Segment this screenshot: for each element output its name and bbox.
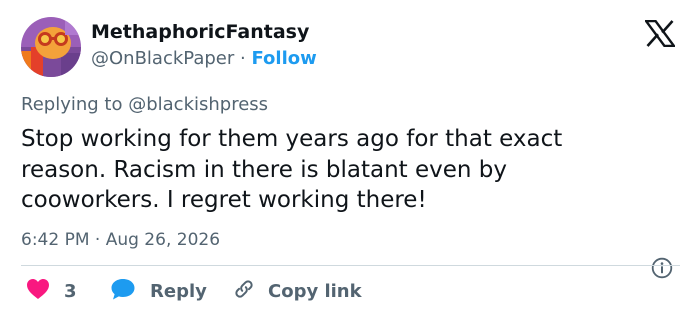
reply-mention-link[interactable]: @blackishpress <box>128 94 268 115</box>
heart-icon <box>26 278 50 304</box>
avatar-illustration <box>21 17 81 77</box>
link-icon <box>232 277 256 305</box>
reply-context-prefix: Replying to <box>21 94 123 115</box>
speech-bubble-icon <box>110 277 136 305</box>
like-button[interactable]: 3 <box>26 277 77 305</box>
tweet-text: Stop working for them years ago for that… <box>21 126 563 213</box>
follow-button[interactable]: Follow <box>251 48 316 69</box>
tweet-timestamp[interactable]: 6:42 PM · Aug 26, 2026 <box>21 228 220 252</box>
author-display-name[interactable]: MethaphoricFantasy <box>91 20 309 44</box>
copy-link-button[interactable]: Copy link <box>232 277 362 305</box>
reply-context: Replying to @blackishpress <box>21 93 268 117</box>
action-bar: 3 Reply Copy link <box>21 277 681 305</box>
copy-link-label: Copy link <box>268 280 362 302</box>
like-count: 3 <box>64 280 77 302</box>
reply-label: Reply <box>150 280 207 302</box>
avatar[interactable] <box>21 17 81 77</box>
author-handle[interactable]: @OnBlackPaper <box>91 48 234 69</box>
reply-button[interactable]: Reply <box>110 277 207 305</box>
info-icon[interactable] <box>651 257 673 279</box>
separator-dot: · <box>240 48 246 69</box>
tweet-embed: MethaphoricFantasy @OnBlackPaper · Follo… <box>0 0 700 318</box>
x-logo-icon[interactable] <box>643 19 677 48</box>
author-handle-row: @OnBlackPaper · Follow <box>91 47 317 71</box>
divider <box>21 265 680 266</box>
